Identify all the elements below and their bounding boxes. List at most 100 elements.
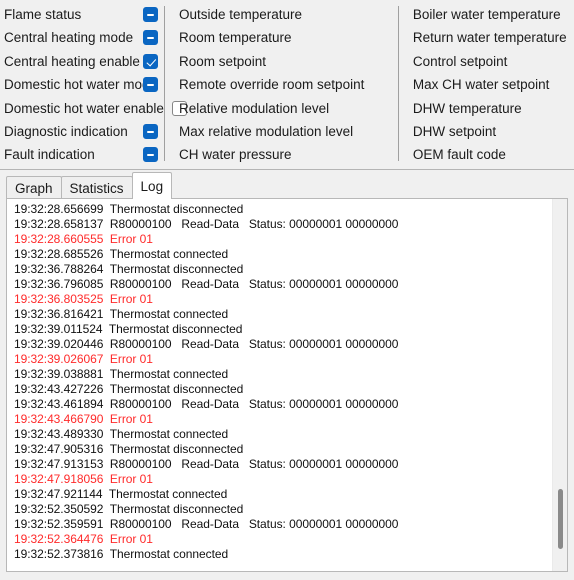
log-line: 19:32:28.685526 Thermostat connected xyxy=(14,247,567,262)
log-timestamp: 19:32:39.020446 xyxy=(14,337,104,351)
param-label: Boiler water temperature xyxy=(412,6,561,22)
param-column-boiler: Boiler water temperature Return water tem… xyxy=(399,0,574,169)
log-line: 19:32:52.359591 R80000100 Read-Data Stat… xyxy=(14,517,567,532)
parameter-panel: Flame status Central heating mode Central … xyxy=(0,0,574,170)
log-line-error: 19:32:47.918056 Error 01 xyxy=(14,472,567,487)
log-line: 19:32:36.796085 R80000100 Read-Data Stat… xyxy=(14,277,567,292)
param-label: Room temperature xyxy=(179,30,292,46)
log-line: 19:32:52.350592 Thermostat disconnected xyxy=(14,502,567,517)
log-message: Thermostat connected xyxy=(108,487,228,501)
log-message: Error 01 xyxy=(109,232,153,246)
tab-graph[interactable]: Graph xyxy=(6,176,62,199)
log-timestamp: 19:32:52.359591 xyxy=(14,517,104,531)
param-row[interactable]: Flame status xyxy=(0,3,164,26)
log-line-error: 19:32:52.364476 Error 01 xyxy=(14,532,567,547)
log-line: 19:32:39.038881 Thermostat connected xyxy=(14,367,567,382)
log-timestamp: 19:32:36.796085 xyxy=(14,277,104,291)
param-label: Fault indication xyxy=(4,147,95,163)
param-row[interactable]: Central heating enable xyxy=(0,50,164,73)
log-message: Thermostat disconnected xyxy=(108,322,243,336)
param-label: DHW setpoint xyxy=(412,123,497,139)
log-timestamp: 19:32:28.685526 xyxy=(14,247,104,261)
param-row: Max relative modulation level xyxy=(165,120,398,143)
log-line: 19:32:36.788264 Thermostat disconnected xyxy=(14,262,567,277)
param-label: CH water pressure xyxy=(179,147,292,163)
log-message: R80000100 Read-Data Status: 00000001 000… xyxy=(109,517,399,531)
param-label: DHW temperature xyxy=(412,100,522,116)
log-message: R80000100 Read-Data Status: 00000001 000… xyxy=(109,277,399,291)
param-row: Control setpoint xyxy=(399,50,574,73)
log-message: Thermostat disconnected xyxy=(109,502,244,516)
checkbox-indeterminate[interactable] xyxy=(143,77,158,93)
log-line: 19:32:28.658137 R80000100 Read-Data Stat… xyxy=(14,217,567,232)
param-label: Outside temperature xyxy=(179,6,303,22)
checkbox-indeterminate[interactable] xyxy=(143,7,158,22)
log-timestamp: 19:32:39.026067 xyxy=(14,352,104,366)
log-timestamp: 19:32:43.427226 xyxy=(14,382,104,396)
log-timestamp: 19:32:39.038881 xyxy=(14,367,104,381)
bottom-strip xyxy=(0,573,574,580)
checkbox-indeterminate[interactable] xyxy=(143,123,158,139)
checkbox-indeterminate[interactable] xyxy=(143,30,158,46)
log-line: 19:32:28.656699 Thermostat disconnected xyxy=(14,202,567,217)
log-timestamp: 19:32:43.466790 xyxy=(14,412,104,426)
log-message: Error 01 xyxy=(109,412,153,426)
log-line: 19:32:36.816421 Thermostat connected xyxy=(14,307,567,322)
log-message: Thermostat disconnected xyxy=(109,442,244,456)
param-label: Diagnostic indication xyxy=(4,123,128,139)
log-timestamp: 19:32:28.660555 xyxy=(14,232,104,246)
log-message: Thermostat disconnected xyxy=(109,262,244,276)
log-line-error: 19:32:39.026067 Error 01 xyxy=(14,352,567,367)
param-row: Boiler water temperature xyxy=(399,3,574,26)
log-message: R80000100 Read-Data Status: 00000001 000… xyxy=(109,337,399,351)
log-line: 19:32:43.427226 Thermostat disconnected xyxy=(14,382,567,397)
log-scrollbar-thumb[interactable] xyxy=(558,489,563,549)
log-line: 19:32:47.913153 R80000100 Read-Data Stat… xyxy=(14,457,567,472)
param-column-flags: Flame status Central heating mode Central … xyxy=(0,0,187,169)
log-scrollbar[interactable] xyxy=(552,199,567,571)
param-label: Central heating enable xyxy=(4,53,140,69)
checkbox-checked[interactable] xyxy=(143,53,158,69)
param-row: Return water temperature xyxy=(399,26,574,49)
log-line-list[interactable]: 19:32:28.656699 Thermostat disconnected 1… xyxy=(7,202,567,562)
log-timestamp: 19:32:36.803525 xyxy=(14,292,104,306)
log-message: R80000100 Read-Data Status: 00000001 000… xyxy=(109,457,399,471)
log-timestamp: 19:32:39.011524 xyxy=(14,322,103,336)
param-row[interactable]: Domestic hot water mode xyxy=(0,73,164,96)
log-message: Error 01 xyxy=(109,352,153,366)
param-row: Remote override room setpoint xyxy=(165,73,398,96)
param-label: Domestic hot water mode xyxy=(4,77,158,93)
tab-statistics[interactable]: Statistics xyxy=(60,176,133,199)
log-line: 19:32:43.461894 R80000100 Read-Data Stat… xyxy=(14,397,567,412)
param-row[interactable]: Central heating mode xyxy=(0,26,164,49)
param-label: Central heating mode xyxy=(4,30,134,46)
param-row: CH water pressure xyxy=(165,143,398,166)
param-label: OEM fault code xyxy=(412,147,506,163)
log-timestamp: 19:32:47.905316 xyxy=(14,442,104,456)
log-timestamp: 19:32:52.364476 xyxy=(14,532,104,546)
checkbox-indeterminate[interactable] xyxy=(143,147,158,163)
log-message: Error 01 xyxy=(109,532,153,546)
param-row[interactable]: Diagnostic indication xyxy=(0,120,164,143)
param-row: Relative modulation level xyxy=(165,97,398,120)
param-row[interactable]: Fault indication xyxy=(0,143,164,166)
log-line-error: 19:32:43.466790 Error 01 xyxy=(14,412,567,427)
param-label: Max CH water setpoint xyxy=(412,77,550,93)
param-label: Return water temperature xyxy=(412,30,567,46)
param-row[interactable]: Domestic hot water enable xyxy=(0,97,187,120)
log-timestamp: 19:32:47.918056 xyxy=(14,472,104,486)
log-timestamp: 19:32:47.913153 xyxy=(14,457,104,471)
log-message: Thermostat connected xyxy=(109,547,229,561)
log-message: Thermostat disconnected xyxy=(109,382,244,396)
param-row: Max CH water setpoint xyxy=(399,73,574,96)
log-line: 19:32:52.373816 Thermostat connected xyxy=(14,547,567,562)
log-timestamp: 19:32:36.816421 xyxy=(14,307,104,321)
log-line: 19:32:39.020446 R80000100 Read-Data Stat… xyxy=(14,337,567,352)
log-timestamp: 19:32:52.373816 xyxy=(14,547,104,561)
log-timestamp: 19:32:28.656699 xyxy=(14,202,104,216)
tab-log[interactable]: Log xyxy=(131,172,173,199)
param-row: Room setpoint xyxy=(165,50,398,73)
tab-strip: Graph Statistics Log xyxy=(0,171,574,199)
log-message: Thermostat connected xyxy=(109,247,229,261)
log-message: Error 01 xyxy=(109,472,153,486)
